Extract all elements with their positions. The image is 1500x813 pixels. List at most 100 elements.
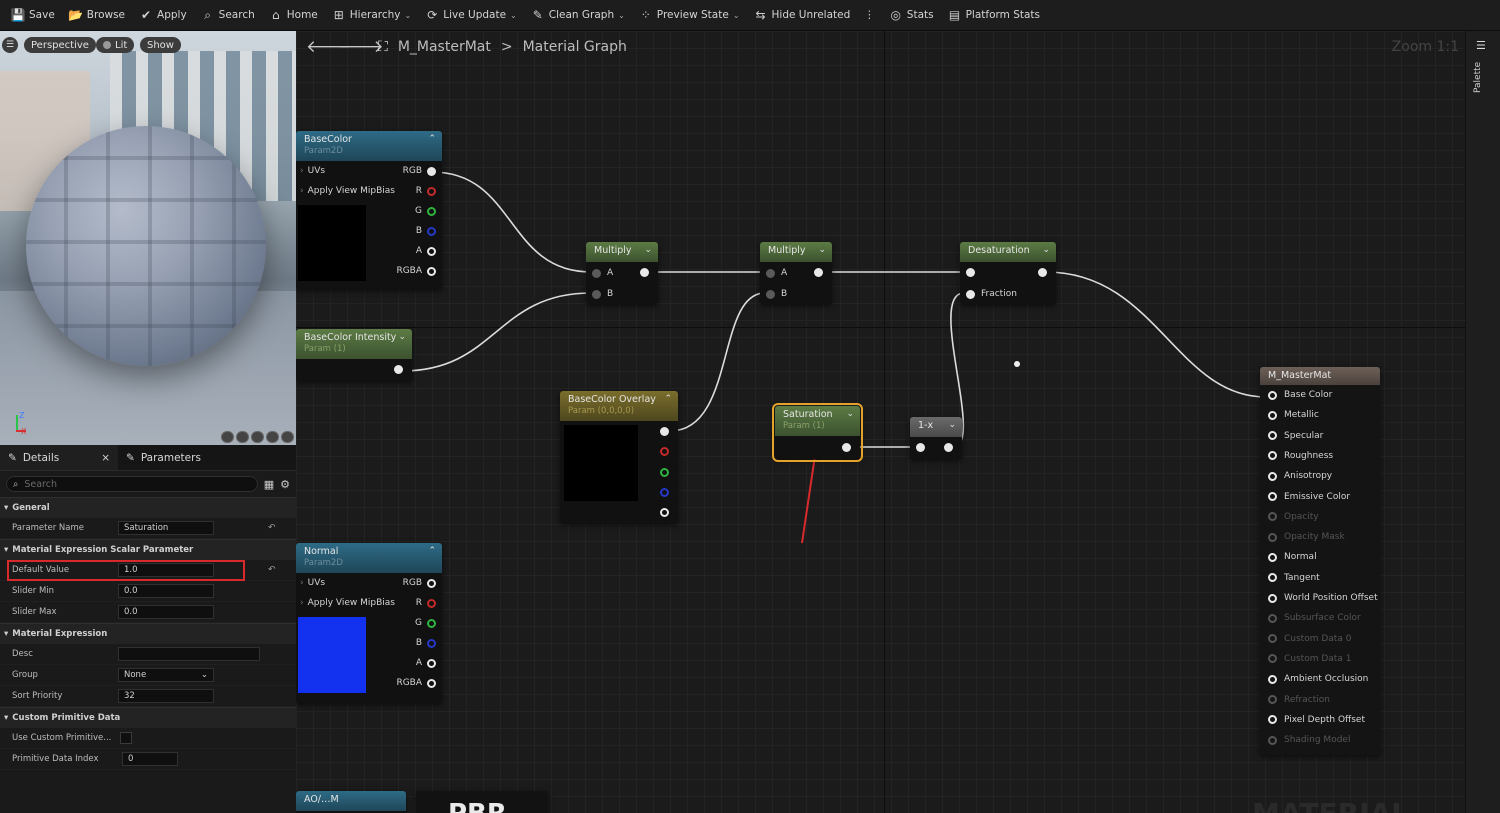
master-input-emissive-color[interactable]: Emissive Color (1268, 492, 1350, 502)
toolbar-hide-unrelated-button[interactable]: ⇆ Hide Unrelated (747, 0, 858, 31)
lit-button[interactable]: Lit (96, 37, 135, 53)
node-oneminus-header[interactable]: 1-x ⌄ (910, 417, 962, 437)
master-input-anisotropy[interactable]: Anisotropy (1268, 471, 1332, 481)
node-multiply1-header[interactable]: Multiply ⌄ (586, 242, 658, 262)
plane-preview-icon[interactable] (251, 431, 264, 443)
section-custom-primitive-data[interactable]: ▾ Custom Primitive Data (0, 707, 296, 728)
node-ao-mask[interactable]: AO/…M (296, 791, 406, 813)
toolbar-apply-button[interactable]: ✔ Apply (132, 0, 194, 31)
oneminus-output-pin[interactable] (944, 443, 953, 452)
section-material-expression[interactable]: ▾ Material Expression (0, 623, 296, 644)
details-search-input[interactable]: ⌕ Search (6, 476, 258, 492)
pin-uvs[interactable]: › UVs (300, 166, 325, 176)
overlay-pin-a[interactable] (660, 508, 669, 517)
master-input-metallic[interactable]: Metallic (1268, 410, 1319, 420)
mesh-preview-icon[interactable] (281, 431, 294, 443)
desaturation-pin-fraction[interactable]: Fraction (966, 289, 1017, 299)
toolbar-preview-state-button[interactable]: ⁘ Preview State ⌄ (632, 0, 747, 31)
node-basecolor-header[interactable]: BaseColor Param2D ⌃ (296, 131, 442, 161)
palette-sidebar[interactable]: ☰ Palette (1465, 31, 1500, 813)
chevron-down-icon[interactable]: ⌄ (948, 420, 956, 437)
cube-preview-icon[interactable] (266, 431, 279, 443)
toolbar-stats-button[interactable]: ◎ Stats (882, 0, 941, 31)
chevron-down-icon[interactable]: ⌄ (818, 245, 826, 262)
table-view-icon[interactable]: ▦ (264, 478, 274, 491)
normal-pin-rgb[interactable]: RGB (403, 578, 436, 588)
toolbar-search-button[interactable]: ⌕ Search (194, 0, 262, 31)
show-button[interactable]: Show (140, 37, 181, 53)
node-one-minus[interactable]: 1-x ⌄ (910, 417, 962, 459)
preview-viewport[interactable]: ☰ Perspective Lit Show Z X (0, 31, 296, 445)
chevron-down-icon[interactable]: ⌄ (846, 409, 854, 436)
node-master-header[interactable]: M_MasterMat (1260, 367, 1380, 385)
tab-details[interactable]: ✎ Details × (0, 445, 118, 470)
reset-arrow-icon[interactable]: ↶ (268, 565, 276, 575)
pin-r[interactable]: R (416, 186, 436, 196)
perspective-button[interactable]: Perspective (24, 37, 96, 53)
toolbar-save-button[interactable]: 💾 Save (4, 0, 62, 31)
oneminus-input-pin[interactable] (916, 443, 925, 452)
close-icon[interactable]: × (101, 452, 110, 464)
normal-pin-r[interactable]: R (416, 598, 436, 608)
node-overlay-header[interactable]: BaseColor Overlay Param (0,0,0,0) ⌃ (560, 391, 678, 421)
node-desaturation[interactable]: Desaturation ⌄ Fraction (960, 242, 1056, 304)
collapse-icon[interactable]: ⌃ (428, 546, 436, 573)
overlay-pin-g[interactable] (660, 468, 669, 477)
node-ao-header[interactable]: AO/…M (296, 791, 406, 811)
toolbar-hierarchy-button[interactable]: ⊞ Hierarchy ⌄ (325, 0, 418, 31)
master-input-normal[interactable]: Normal (1268, 552, 1317, 562)
node-normal-header[interactable]: Normal Param2D ⌃ (296, 543, 442, 573)
desc-field[interactable] (118, 647, 260, 661)
normal-pin-g[interactable]: G (415, 618, 436, 628)
forward-arrow-icon[interactable]: 🡒 (338, 37, 384, 57)
chevron-down-icon[interactable]: ⌄ (398, 332, 406, 359)
node-basecolor-overlay[interactable]: BaseColor Overlay Param (0,0,0,0) ⌃ (560, 391, 678, 523)
toolbar-live-update-button[interactable]: ⟳ Live Update ⌄ (418, 0, 524, 31)
multiply2-pin-a[interactable]: A (766, 268, 787, 278)
palette-label[interactable]: Palette (1473, 62, 1483, 93)
pin-mipbias[interactable]: › Apply View MipBias (300, 186, 395, 196)
breadcrumb-asset[interactable]: M_MasterMat (398, 39, 491, 55)
section-scalar-parameter[interactable]: ▾ Material Expression Scalar Parameter (0, 539, 296, 560)
node-saturation[interactable]: Saturation Param (1) ⌄ (772, 403, 863, 462)
collapse-icon[interactable]: ⌃ (428, 134, 436, 161)
back-arrow-icon[interactable]: 🡐 (306, 37, 352, 57)
pin-b[interactable]: B (416, 226, 436, 236)
chevron-down-icon[interactable]: ⌄ (644, 245, 652, 262)
normal-pin-rgba[interactable]: RGBA (396, 678, 436, 688)
viewport-menu-icon[interactable]: ☰ (2, 37, 18, 53)
reset-arrow-icon[interactable]: ↶ (268, 523, 276, 533)
more-options-icon[interactable]: ⋮ (857, 0, 882, 31)
toolbar-browse-button[interactable]: 📂 Browse (62, 0, 132, 31)
multiply1-pin-b[interactable]: B (592, 289, 613, 299)
section-general[interactable]: ▾ General (0, 497, 296, 518)
gear-icon[interactable]: ⚙ (280, 478, 290, 491)
node-master-material[interactable]: M_MasterMat Base Color Metallic Specular Ro… (1260, 367, 1380, 755)
toolbar-platform-stats-button[interactable]: ▤ Platform Stats (941, 0, 1047, 31)
material-graph-canvas[interactable]: 🡐 🡒 ⛶ M_MasterMat > Material Graph Zoom … (296, 31, 1465, 813)
toolbar-clean-graph-button[interactable]: ✎ Clean Graph ⌄ (524, 0, 632, 31)
desaturation-input-pin[interactable] (966, 268, 975, 277)
chevron-down-icon[interactable]: ⌄ (1042, 245, 1050, 262)
node-multiply2-header[interactable]: Multiply ⌄ (760, 242, 832, 262)
master-input-specular[interactable]: Specular (1268, 431, 1323, 441)
node-saturation-header[interactable]: Saturation Param (1) ⌄ (775, 406, 860, 436)
saturation-output-pin[interactable] (842, 443, 851, 452)
use-custom-primitive-checkbox[interactable] (120, 732, 132, 744)
toolbar-home-button[interactable]: ⌂ Home (262, 0, 325, 31)
overlay-pin-rgb[interactable] (660, 427, 669, 436)
tab-parameters[interactable]: ✎ Parameters (118, 445, 209, 470)
sphere-preview-icon[interactable] (236, 431, 249, 443)
palette-menu-icon[interactable]: ☰ (1476, 39, 1486, 52)
parameter-name-field[interactable]: Saturation (118, 521, 214, 535)
normal-pin-a[interactable]: A (416, 658, 436, 668)
node-multiply-1[interactable]: Multiply ⌄ A B (586, 242, 658, 304)
master-input-base-color[interactable]: Base Color (1268, 390, 1332, 400)
node-basecolor[interactable]: BaseColor Param2D ⌃ › UVs › Apply View MipB… (296, 131, 442, 289)
node-desaturation-header[interactable]: Desaturation ⌄ (960, 242, 1056, 262)
slider-max-field[interactable]: 0.0 (118, 605, 214, 619)
pin-g[interactable]: G (415, 206, 436, 216)
primitive-data-index-field[interactable]: 0 (122, 752, 178, 766)
node-multiply-2[interactable]: Multiply ⌄ A B (760, 242, 832, 304)
normal-pin-b[interactable]: B (416, 638, 436, 648)
